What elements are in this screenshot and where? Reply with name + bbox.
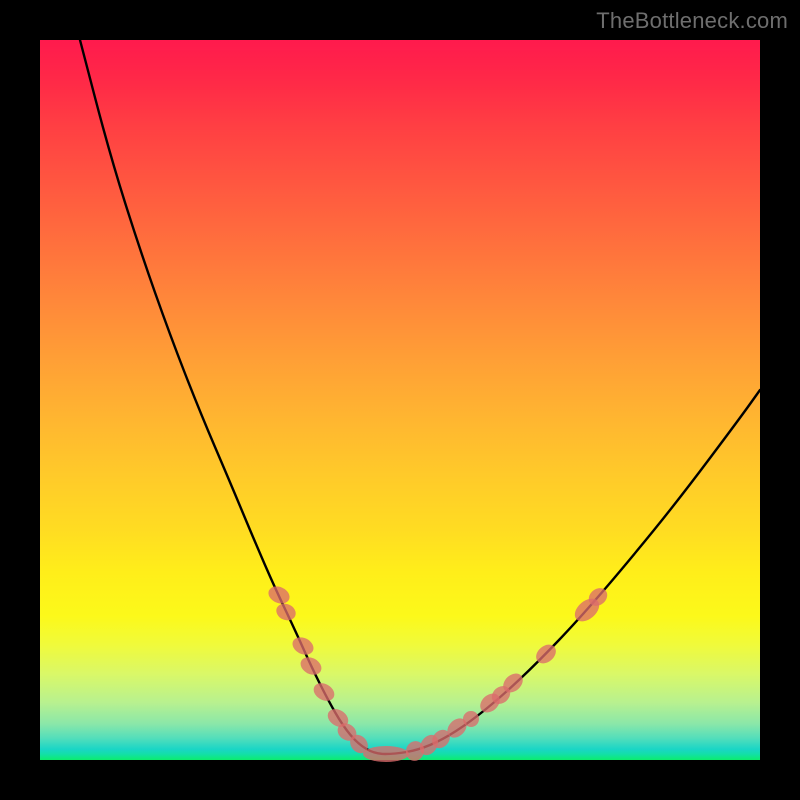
curve-marker: [298, 654, 325, 678]
curve-svg: [40, 40, 760, 760]
curve-marker: [310, 680, 337, 705]
curve-marker: [266, 583, 293, 607]
watermark-text: TheBottleneck.com: [596, 8, 788, 34]
curve-marker: [290, 634, 317, 658]
curve-marker: [363, 746, 409, 762]
bottleneck-curve: [80, 40, 760, 754]
curve-marker: [274, 601, 299, 624]
chart-frame: TheBottleneck.com: [0, 0, 800, 800]
curve-markers: [266, 583, 611, 763]
plot-area: [40, 40, 760, 760]
